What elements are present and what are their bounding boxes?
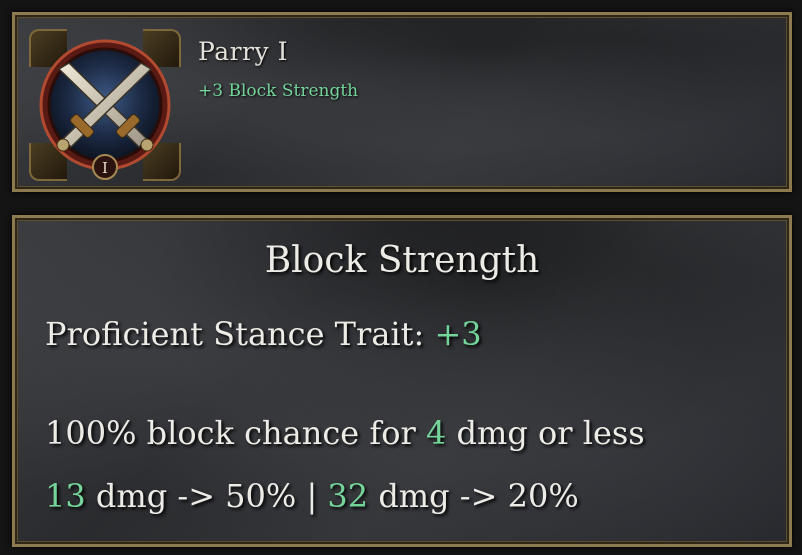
tier2-text: dmg -> 20%	[378, 477, 579, 515]
crossed-swords-icon: I	[39, 39, 171, 180]
trait-line: Proficient Stance Trait: +3	[45, 315, 482, 353]
block-suffix: dmg or less	[456, 414, 645, 452]
tooltip-panel: Block Strength Proficient Stance Trait: …	[12, 215, 792, 547]
tier2-damage: 32	[327, 477, 369, 515]
block-threshold: 4	[425, 414, 447, 452]
block-tiers-line: 13 dmg -> 50% | 32 dmg -> 20%	[45, 477, 579, 515]
rank-numeral: I	[102, 159, 108, 177]
trait-value: +3	[434, 315, 482, 353]
block-chance-line: 100% block chance for 4 dmg or less	[45, 414, 645, 452]
tier-separator: |	[306, 477, 318, 515]
skill-icon-frame[interactable]: I	[29, 29, 181, 181]
tier1-text: dmg -> 50%	[95, 477, 297, 515]
tier1-damage: 13	[45, 477, 86, 515]
skill-name: Parry I	[198, 37, 288, 66]
skill-bonus: +3 Block Strength	[198, 81, 359, 101]
tooltip-heading: Block Strength	[264, 240, 540, 281]
skill-card[interactable]: I Parry I +3 Block Strength	[12, 12, 792, 192]
trait-label: Proficient Stance Trait:	[45, 315, 425, 353]
block-prefix: 100% block chance for	[45, 414, 416, 452]
